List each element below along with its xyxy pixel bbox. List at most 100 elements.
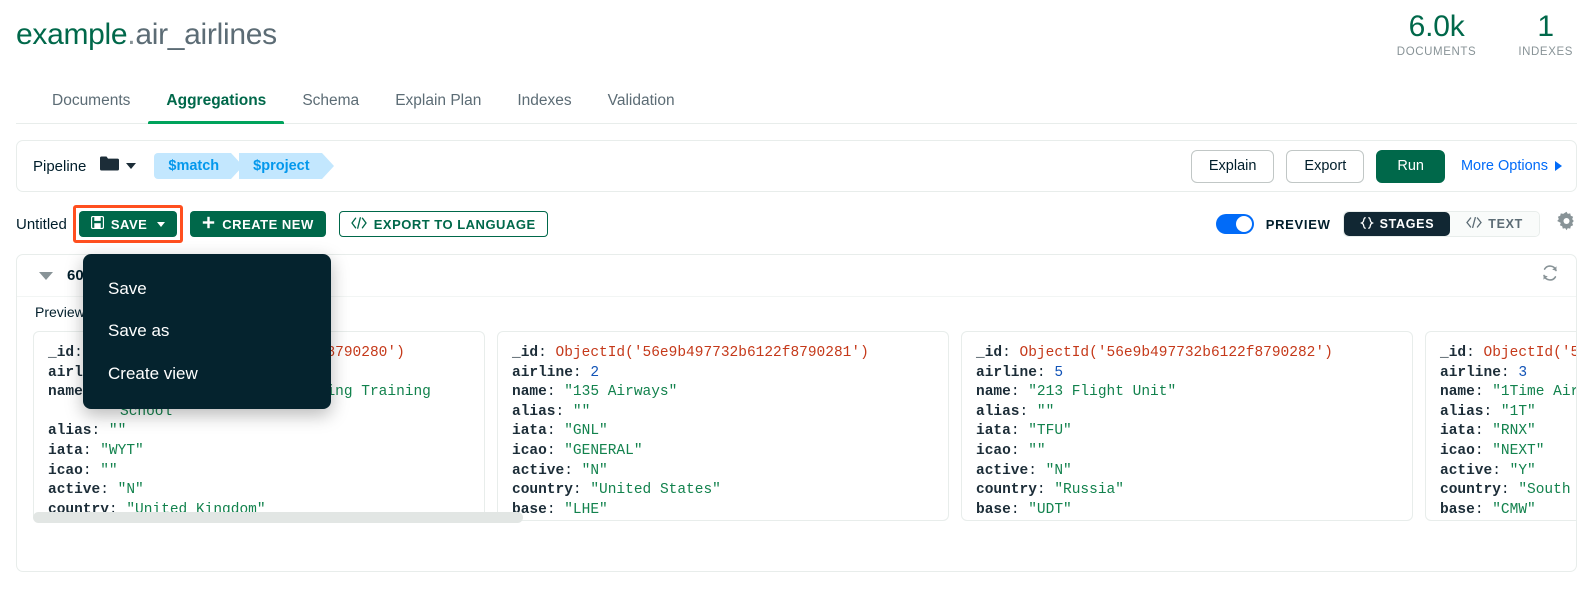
triangle-right-icon: [1555, 161, 1562, 171]
field-key: _id: [512, 345, 539, 361]
stage-count-label: 60: [67, 267, 84, 284]
field-key: airline: [1440, 364, 1501, 381]
field-value: "N": [117, 482, 144, 499]
document-card[interactable]: _id: ObjectId('56e9b497732b6122f8790283'…: [1425, 331, 1576, 521]
text-view-button[interactable]: TEXT: [1450, 212, 1539, 236]
tab-aggregations[interactable]: Aggregations: [148, 78, 285, 124]
tab-schema[interactable]: Schema: [284, 78, 377, 124]
menu-item-create-view[interactable]: Create view: [83, 353, 331, 395]
field-key: country: [512, 482, 573, 499]
scrollbar-thumb[interactable]: [33, 512, 523, 523]
field-value: 2: [590, 364, 600, 381]
field-key: active: [512, 462, 565, 479]
more-options-button[interactable]: More Options: [1461, 158, 1562, 174]
field-key: airline: [976, 364, 1037, 381]
mongodb-compass-window: example.air_airlines 6.0k DOCUMENTS 1 IN…: [0, 0, 1593, 602]
collection-stats: 6.0k DOCUMENTS 1 INDEXES: [1397, 10, 1573, 58]
field-value: "WYT": [100, 442, 144, 459]
gear-icon[interactable]: [1556, 211, 1577, 237]
folder-icon: [100, 156, 120, 176]
menu-item-save[interactable]: Save: [83, 268, 331, 310]
field-key: airline: [512, 364, 573, 381]
field-key: _id: [48, 345, 75, 361]
field-key: active: [48, 482, 101, 499]
create-new-label: CREATE NEW: [222, 216, 314, 232]
preview-toggle[interactable]: [1215, 214, 1254, 234]
field-value: ObjectId('56e9b497732b6122f8790282'): [1019, 345, 1333, 361]
page-title: example.air_airlines: [16, 18, 1573, 51]
field-value: "": [108, 423, 127, 440]
field-key: _id: [1440, 345, 1467, 361]
field-key: alias: [976, 403, 1020, 420]
caret-down-icon: [157, 221, 166, 227]
save-button[interactable]: SAVE: [78, 211, 178, 237]
field-value: ObjectId('56e9b497732b6122f8790281'): [555, 345, 869, 361]
more-options-label: More Options: [1460, 158, 1548, 174]
documents-label: DOCUMENTS: [1396, 45, 1477, 58]
field-key: icao: [976, 442, 1011, 459]
plus-icon: [202, 216, 215, 232]
field-key: icao: [512, 442, 547, 459]
field-key: _id: [976, 345, 1003, 361]
field-key: iata: [1440, 423, 1475, 440]
horizontal-scrollbar[interactable]: [33, 512, 1560, 523]
save-button-label: SAVE: [110, 216, 148, 232]
field-value: "": [1028, 442, 1046, 459]
document-card[interactable]: _id: ObjectId('56e9b497732b6122f8790281'…: [497, 331, 949, 521]
refresh-icon[interactable]: [1540, 263, 1560, 288]
menu-item-save-as[interactable]: Save as: [83, 310, 331, 352]
text-label: TEXT: [1488, 217, 1523, 231]
field-value: "1Time Airline": [1492, 384, 1576, 401]
stages-view-button[interactable]: STAGES: [1343, 212, 1451, 236]
field-value: "TFU": [1028, 423, 1072, 440]
field-key: icao: [48, 462, 83, 479]
tab-documents[interactable]: Documents: [34, 78, 148, 124]
field-value: 5: [1054, 364, 1064, 381]
field-key: alias: [48, 423, 92, 440]
field-value: "United States": [590, 482, 721, 499]
explain-button[interactable]: Explain: [1190, 149, 1275, 183]
field-key: country: [976, 482, 1037, 499]
field-key: name: [48, 384, 83, 401]
collection-tabs: Documents Aggregations Schema Explain Pl…: [0, 78, 1593, 124]
saved-pipelines-dropdown[interactable]: [100, 156, 137, 176]
field-value: "1T": [1500, 403, 1536, 420]
export-button[interactable]: Export: [1286, 149, 1365, 183]
stages-label: STAGES: [1379, 217, 1435, 231]
tab-explain-plan[interactable]: Explain Plan: [377, 78, 499, 124]
field-value: "South Africa": [1518, 482, 1571, 499]
chevron-down-icon[interactable]: [39, 271, 53, 280]
field-value: "": [1036, 403, 1055, 420]
indexes-label: INDEXES: [1518, 45, 1573, 58]
run-button[interactable]: Run: [1376, 149, 1445, 183]
pipeline-name-label: Untitled: [16, 215, 67, 233]
toggle-knob: [1235, 216, 1252, 232]
field-value: "GNL": [564, 423, 608, 440]
field-value: "GENERAL": [564, 442, 643, 459]
field-key: country: [1440, 482, 1501, 499]
field-key: active: [976, 462, 1029, 479]
field-key: active: [1440, 462, 1493, 479]
stage-chip-match[interactable]: $match: [154, 153, 243, 179]
export-to-language-button[interactable]: EXPORT TO LANGUAGE: [338, 211, 548, 237]
collection-header: example.air_airlines 6.0k DOCUMENTS 1 IN…: [0, 0, 1593, 78]
preview-label: PREVIEW: [1265, 216, 1331, 232]
database-name: example: [16, 18, 128, 51]
tab-indexes[interactable]: Indexes: [499, 78, 589, 124]
field-key: iata: [48, 442, 83, 459]
create-new-button[interactable]: CREATE NEW: [190, 211, 326, 237]
floppy-disk-icon: [90, 215, 105, 232]
document-card[interactable]: _id: ObjectId('56e9b497732b6122f8790282'…: [961, 331, 1413, 521]
stat-indexes: 1 INDEXES: [1518, 10, 1573, 58]
indexes-count: 1: [1537, 10, 1554, 43]
field-value: "NEXT": [1492, 442, 1545, 459]
stage-chip-project[interactable]: $project: [239, 153, 335, 179]
field-key: icao: [1440, 442, 1475, 459]
field-value: "135 Airways": [564, 384, 678, 401]
pipeline-actions: Explain Export Run More Options: [1190, 149, 1562, 183]
field-value: "N": [581, 462, 608, 479]
tab-validation[interactable]: Validation: [590, 78, 693, 124]
field-key: name: [512, 384, 547, 401]
collection-name: air_airlines: [135, 18, 277, 51]
field-value: "N": [1045, 462, 1072, 479]
